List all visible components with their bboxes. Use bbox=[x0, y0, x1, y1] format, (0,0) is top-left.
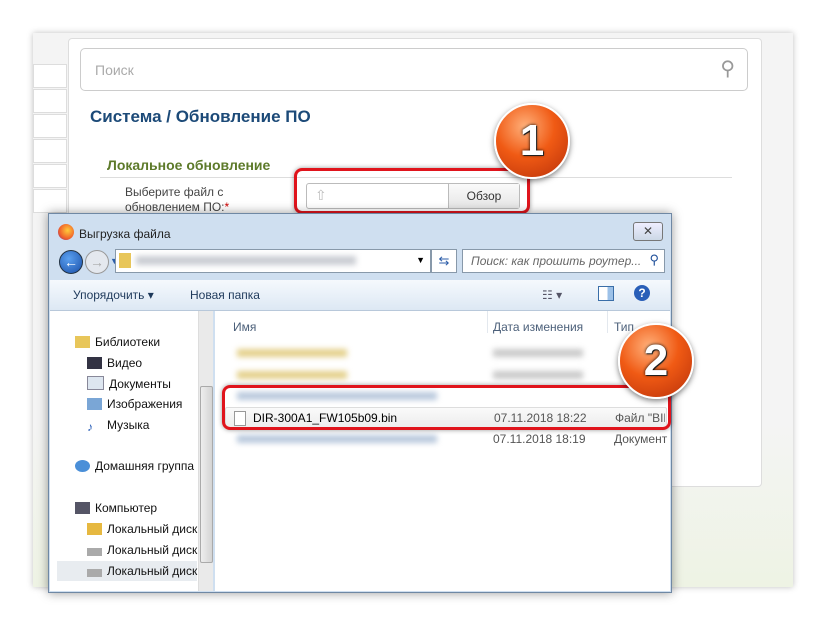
file-label-text: Выберите файл с обновлением ПО: bbox=[125, 185, 225, 214]
nav-label: Компьютер bbox=[95, 501, 158, 515]
nav-disk[interactable]: Локальный диск bbox=[87, 522, 197, 536]
nav-label: Изображения bbox=[107, 397, 183, 411]
nav-disk-selected[interactable]: Локальный диск bbox=[57, 561, 197, 581]
nav-label: Библиотеки bbox=[95, 335, 161, 349]
close-button[interactable]: ✕ bbox=[633, 222, 663, 241]
page-title: Система / Обновление ПО bbox=[90, 107, 311, 126]
sidebar-tab[interactable] bbox=[33, 189, 67, 213]
preview-pane-icon[interactable] bbox=[598, 286, 614, 301]
search-placeholder: Поиск bbox=[95, 62, 134, 78]
nav-label: Видео bbox=[107, 356, 143, 370]
nav-computer[interactable]: Компьютер bbox=[75, 501, 157, 515]
help-icon[interactable]: ? bbox=[634, 285, 650, 301]
documents-icon bbox=[87, 376, 104, 390]
nav-video[interactable]: Видео bbox=[87, 356, 142, 370]
file-date: 07.11.2018 18:19 bbox=[493, 432, 586, 446]
sidebar-tab[interactable] bbox=[33, 164, 67, 188]
pictures-icon bbox=[87, 398, 102, 410]
highlight-box bbox=[294, 168, 530, 214]
scrollbar-thumb[interactable] bbox=[200, 386, 213, 563]
nav-disk[interactable]: Локальный диск bbox=[87, 543, 197, 557]
nav-label: Локальный диск bbox=[107, 522, 198, 536]
disk-icon bbox=[87, 548, 102, 556]
highlight-box bbox=[222, 385, 671, 430]
sidebar-tab[interactable] bbox=[33, 139, 67, 163]
nav-label: Документы bbox=[109, 377, 171, 391]
disk-icon bbox=[87, 523, 102, 535]
folder-icon bbox=[119, 253, 131, 268]
disk-icon bbox=[87, 569, 102, 577]
search-input[interactable]: Поиск ⚲ bbox=[80, 48, 748, 91]
nav-label: Музыка bbox=[107, 418, 150, 432]
organize-button[interactable]: Упорядочить ▾ bbox=[73, 288, 154, 302]
file-list: Имя Дата изменения Тип DIR-300A1_FW105b0… bbox=[215, 311, 670, 591]
music-icon: ♪ bbox=[87, 420, 93, 434]
homegroup-icon bbox=[75, 460, 90, 472]
dialog-search-placeholder: Поиск: как прошить роутер... bbox=[471, 254, 642, 268]
column-date[interactable]: Дата изменения bbox=[493, 320, 583, 334]
dialog-title: Выгрузка файла bbox=[79, 227, 171, 241]
forward-button[interactable]: → bbox=[85, 250, 109, 274]
file-label: Выберите файл с обновлением ПО:* bbox=[125, 185, 275, 215]
firefox-icon bbox=[58, 224, 74, 240]
nav-label: Локальный диск bbox=[107, 543, 198, 557]
chevron-down-icon[interactable]: ▼ bbox=[416, 255, 425, 265]
sidebar-tab[interactable] bbox=[33, 114, 67, 138]
file-row[interactable] bbox=[225, 343, 665, 363]
new-folder-button[interactable]: Новая папка bbox=[190, 288, 260, 302]
navigation-pane: Библиотеки Видео Документы Изображения ♪… bbox=[50, 311, 198, 591]
required-mark: * bbox=[224, 200, 230, 214]
video-icon bbox=[87, 357, 102, 369]
step-badge: 1 bbox=[494, 103, 570, 179]
nav-scrollbar[interactable] bbox=[198, 311, 213, 591]
dialog-search-input[interactable]: Поиск: как прошить роутер... ⚲ bbox=[462, 249, 665, 273]
nav-libraries[interactable]: Библиотеки bbox=[75, 335, 160, 349]
computer-icon bbox=[75, 502, 90, 514]
sidebar-tab[interactable] bbox=[33, 64, 67, 88]
toolbar: Упорядочить ▾ Новая папка ☷ ▾ ? bbox=[50, 280, 670, 311]
back-button[interactable]: ← bbox=[59, 250, 83, 274]
file-type: Документ bbox=[614, 432, 668, 446]
search-icon[interactable]: ⚲ bbox=[649, 252, 659, 268]
nav-label: Локальный диск bbox=[107, 564, 198, 578]
nav-label: Домашняя группа bbox=[95, 459, 195, 473]
search-icon[interactable]: ⚲ bbox=[720, 56, 735, 81]
section-heading: Локальное обновление bbox=[107, 157, 271, 173]
refresh-button[interactable]: ⇆ bbox=[431, 249, 457, 273]
step-badge: 2 bbox=[618, 323, 694, 399]
nav-homegroup[interactable]: Домашняя группа bbox=[75, 459, 194, 473]
nav-pictures[interactable]: Изображения bbox=[87, 397, 182, 411]
address-bar[interactable]: ▼ bbox=[115, 249, 431, 273]
sidebar-tab[interactable] bbox=[33, 89, 67, 113]
file-row[interactable]: 07.11.2018 18:19 Документ bbox=[225, 429, 667, 449]
view-options-icon[interactable]: ☷ ▾ bbox=[542, 288, 562, 302]
nav-music[interactable]: ♪ Музыка bbox=[87, 418, 150, 434]
column-name[interactable]: Имя bbox=[233, 320, 256, 334]
library-icon bbox=[75, 336, 90, 348]
nav-documents[interactable]: Документы bbox=[87, 376, 171, 391]
file-row[interactable] bbox=[225, 365, 665, 385]
